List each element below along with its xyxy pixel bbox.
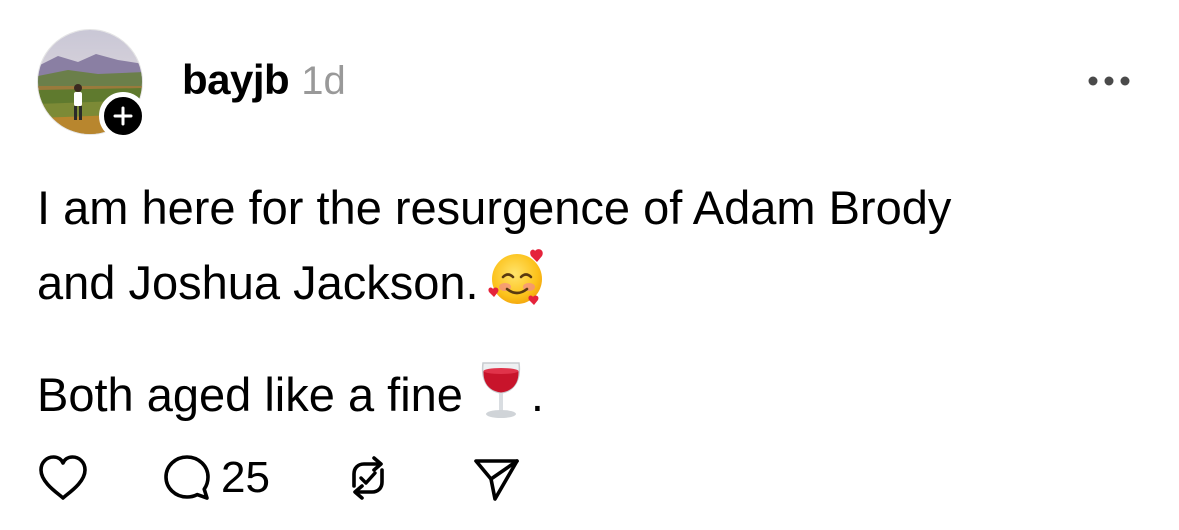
more-icon — [1088, 76, 1130, 86]
post-actions: 25 — [37, 448, 522, 508]
post-text-line: and Joshua Jackson. — [37, 256, 479, 309]
like-button[interactable] — [37, 454, 97, 502]
more-options-button[interactable] — [1084, 66, 1134, 96]
post-paragraph: Both aged like a fine . — [37, 357, 1157, 442]
repost-icon — [352, 456, 384, 500]
post-text-line: I am here for the resurgence of Adam Bro… — [37, 181, 952, 234]
post-body: I am here for the resurgence of Adam Bro… — [37, 170, 1157, 442]
avatar-container[interactable] — [37, 29, 147, 140]
share-button[interactable] — [470, 452, 522, 504]
thread-post: bayjb 1d I am here for the resurgence of… — [0, 0, 1179, 530]
comment-icon — [164, 455, 210, 500]
heart-icon — [39, 455, 87, 500]
plus-icon — [113, 106, 133, 126]
smiling-face-with-hearts-icon — [487, 247, 549, 330]
post-header: bayjb 1d — [182, 56, 346, 112]
repost-button[interactable] — [342, 452, 394, 504]
username[interactable]: bayjb — [182, 56, 290, 104]
wine-glass-icon — [471, 357, 531, 442]
reply-button[interactable]: 25 — [161, 452, 270, 504]
share-icon — [474, 459, 519, 501]
post-paragraph: I am here for the resurgence of Adam Bro… — [37, 170, 1157, 330]
follow-badge[interactable] — [99, 92, 147, 140]
post-text-line: Both aged like a fine — [37, 368, 463, 421]
post-text-period: . — [530, 368, 544, 421]
timestamp: 1d — [301, 59, 346, 103]
reply-count: 25 — [221, 453, 270, 502]
